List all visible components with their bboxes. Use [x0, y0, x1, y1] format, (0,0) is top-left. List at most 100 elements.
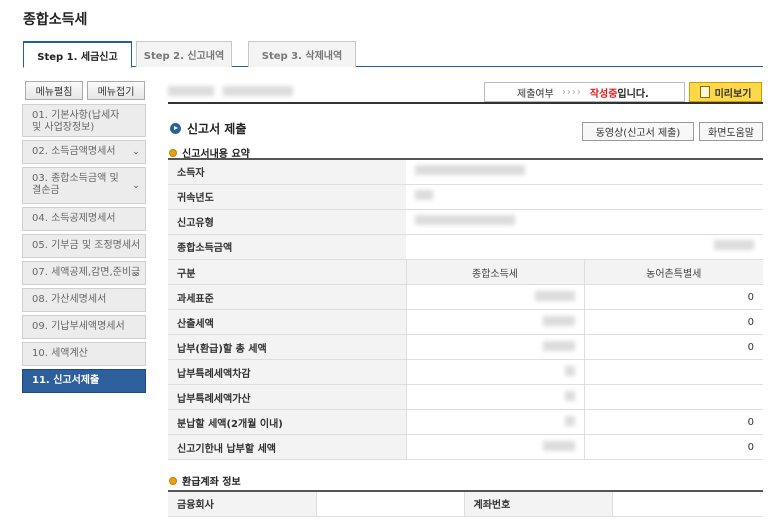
rural-tax-cell: 0 — [583, 309, 763, 335]
row-label: 산출세액 — [168, 309, 406, 335]
sidebar-item-label: 04. 소득공제명세서 — [32, 213, 116, 224]
rural-tax-cell: 0 — [583, 409, 763, 435]
menu-collapse-button[interactable]: 메뉴접기 — [87, 81, 145, 100]
rural-tax-cell: 0 — [583, 334, 763, 360]
redacted-block — [542, 315, 575, 326]
summary-value — [406, 158, 763, 185]
top-bar: 제출여부 ›››› 작성중 입니다. 미리보기 — [168, 80, 763, 104]
rural-tax-cell: 0 — [583, 284, 763, 310]
refund-heading: 환급계좌 정보 — [169, 473, 241, 488]
sidebar-item-09[interactable]: 09. 기납부세액명세서 — [22, 315, 146, 339]
summary-value — [406, 209, 763, 235]
table-header-row: 구분 종합소득세 농어촌특별세 — [168, 259, 763, 285]
row-label: 납부특례세액차감 — [168, 359, 406, 385]
sidebar-item-07[interactable]: 07. 세액공제,감면,준비금 ⌄ — [22, 261, 146, 285]
menu-expand-button[interactable]: 메뉴펼침 — [25, 81, 83, 100]
income-tax-cell — [405, 434, 584, 460]
sidebar-item-10[interactable]: 10. 세액계산 — [22, 342, 146, 366]
summary-value — [406, 184, 763, 210]
sidebar-item-label: 11. 신고서제출 — [32, 375, 100, 386]
summary-table: 소득자 귀속년도 신고유형 종합소득금액 — [168, 158, 763, 260]
table-row: 귀속년도 — [168, 184, 763, 210]
sidebar-menu: 01. 기본사항(납세자 및 사업장정보) 02. 소득금액명세서 ⌄ 03. 종… — [22, 104, 146, 393]
rural-tax-cell — [583, 384, 763, 410]
redacted-block — [168, 86, 214, 96]
sidebar-item-label: 10. 세액계산 — [32, 348, 88, 359]
income-tax-cell — [405, 334, 584, 360]
refund-table: 금융회사 계좌번호 — [168, 490, 763, 517]
redacted-block — [223, 86, 293, 96]
column-header: 구분 — [168, 259, 406, 285]
document-icon — [699, 86, 710, 98]
summary-label: 귀속년도 — [168, 184, 406, 210]
sidebar-item-01[interactable]: 01. 기본사항(납세자 및 사업장정보) — [22, 104, 146, 137]
sidebar: 메뉴펼침 메뉴접기 01. 기본사항(납세자 및 사업장정보) 02. 소득금액… — [22, 81, 146, 396]
redacted-block — [714, 240, 754, 250]
table-row: 금융회사 계좌번호 — [168, 490, 763, 517]
status-prefix: 제출여부 — [517, 88, 554, 100]
tab-step1[interactable]: Step 1. 세금신고 — [23, 41, 132, 68]
income-tax-cell — [405, 309, 584, 335]
chevron-down-icon[interactable]: ⌄ — [130, 180, 142, 192]
screen-help-button[interactable]: 화면도움말 — [699, 122, 763, 141]
refund-title: 환급계좌 정보 — [182, 477, 241, 488]
bank-label: 금융회사 — [168, 490, 316, 517]
redacted-block — [415, 165, 525, 176]
chevron-down-icon[interactable]: ⌄ — [130, 146, 142, 158]
table-row: 분납할 세액(2개월 이내) 0 — [168, 409, 763, 435]
table-row: 신고유형 — [168, 209, 763, 235]
table-row: 납부(환급)할 총 세액 0 — [168, 334, 763, 360]
sidebar-item-label: 07. 세액공제,감면,준비금 — [32, 267, 141, 278]
table-row: 신고기한내 납부할 세액 0 — [168, 434, 763, 460]
table-row: 소득자 — [168, 158, 763, 185]
sidebar-item-11[interactable]: 11. 신고서제출 — [22, 369, 146, 393]
chevron-down-icon[interactable]: ⌄ — [130, 267, 142, 279]
redacted-block — [415, 190, 433, 200]
column-header: 종합소득세 — [405, 259, 584, 285]
sidebar-item-label: 09. 기납부세액명세서 — [32, 321, 125, 332]
row-label: 신고기한내 납부할 세액 — [168, 434, 406, 460]
income-tax-cell — [405, 384, 584, 410]
row-label: 납부특례세액가산 — [168, 384, 406, 410]
submission-status: 제출여부 ›››› 작성중 입니다. — [484, 82, 685, 102]
bank-value — [315, 490, 464, 517]
redacted-block — [564, 390, 575, 401]
sidebar-item-label: 03. 종합소득금액 및 결손금 — [32, 173, 119, 196]
table-row: 종합소득금액 — [168, 234, 763, 260]
video-guide-button[interactable]: 동영상(신고서 제출) — [582, 122, 694, 141]
tab-step2[interactable]: Step 2. 신고내역 — [136, 41, 232, 67]
sidebar-item-label: 05. 기부금 및 조정명세서 — [32, 240, 141, 251]
sidebar-item-05[interactable]: 05. 기부금 및 조정명세서 — [22, 234, 146, 258]
sidebar-item-02[interactable]: 02. 소득금액명세서 ⌄ — [22, 140, 146, 164]
page-title: 종합소득세 — [23, 12, 88, 28]
redacted-block — [534, 290, 575, 301]
summary-label: 종합소득금액 — [168, 234, 406, 260]
sidebar-item-08[interactable]: 08. 가산세명세서 — [22, 288, 146, 312]
sidebar-item-label: 02. 소득금액명세서 — [32, 146, 116, 157]
status-suffix: 입니다. — [617, 88, 649, 100]
redacted-block — [564, 415, 575, 426]
table-row: 납부특례세액차감 — [168, 359, 763, 385]
account-label: 계좌번호 — [463, 490, 612, 517]
row-label: 분납할 세액(2개월 이내) — [168, 409, 406, 435]
sidebar-item-04[interactable]: 04. 소득공제명세서 — [22, 207, 146, 231]
preview-button[interactable]: 미리보기 — [689, 82, 762, 102]
table-row: 과세표준 0 — [168, 284, 763, 310]
row-label: 납부(환급)할 총 세액 — [168, 334, 406, 360]
account-value — [611, 490, 763, 517]
play-circle-icon — [170, 123, 181, 134]
main-content: 제출여부 ›››› 작성중 입니다. 미리보기 신고서 제출 동영상(신고서 제… — [168, 80, 763, 517]
table-row: 납부특례세액가산 — [168, 384, 763, 410]
rural-tax-cell — [583, 359, 763, 385]
sidebar-item-03[interactable]: 03. 종합소득금액 및 결손금 ⌄ — [22, 167, 146, 204]
bullet-icon — [169, 476, 177, 485]
redacted-block — [415, 215, 515, 225]
status-arrows: ›››› — [561, 86, 582, 98]
sidebar-item-label: 01. 기본사항(납세자 및 사업장정보) — [32, 110, 120, 133]
income-tax-cell — [405, 359, 584, 385]
column-header: 농어촌특별세 — [583, 259, 763, 285]
redacted-block — [542, 440, 575, 451]
section-title: 신고서 제출 — [170, 120, 246, 137]
section-title-text: 신고서 제출 — [187, 122, 247, 136]
tab-step3[interactable]: Step 3. 삭제내역 — [248, 41, 356, 67]
